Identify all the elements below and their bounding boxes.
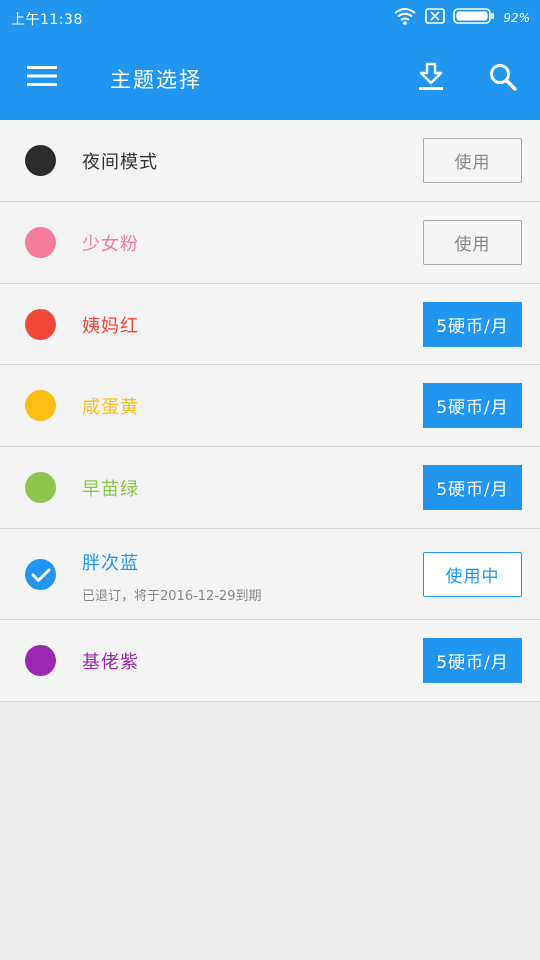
selected-check-icon [25, 559, 56, 590]
search-icon [489, 63, 517, 95]
no-sim-icon [425, 8, 446, 28]
theme-row-pink[interactable]: 少女粉 使用 [0, 202, 540, 284]
theme-row-red[interactable]: 姨妈红 5硬币/月 [0, 284, 540, 365]
top-bar: 上午11:38 92% 主题选择 [0, 0, 540, 120]
theme-row-green[interactable]: 早苗绿 5硬币/月 [0, 447, 540, 529]
page-title: 主题选择 [110, 68, 202, 92]
theme-row-night[interactable]: 夜间模式 使用 [0, 120, 540, 202]
battery-icon [453, 7, 495, 29]
color-dot [25, 645, 56, 676]
color-dot [25, 309, 56, 340]
theme-name: 早苗绿 [82, 479, 139, 500]
status-time: 上午11:38 [11, 12, 83, 28]
theme-name: 姨妈红 [82, 316, 139, 337]
menu-icon [27, 64, 57, 92]
theme-row-yellow[interactable]: 咸蛋黄 5硬币/月 [0, 365, 540, 447]
theme-row-blue[interactable]: 胖次蓝 已退订，将于2016-12-29到期 使用中 [0, 529, 540, 620]
color-dot [25, 390, 56, 421]
purchase-button[interactable]: 5硬币/月 [423, 638, 522, 683]
purchase-button[interactable]: 5硬币/月 [423, 465, 522, 510]
in-use-button[interactable]: 使用中 [423, 552, 522, 597]
theme-row-purple[interactable]: 基佬紫 5硬币/月 [0, 620, 540, 702]
use-button[interactable]: 使用 [423, 138, 522, 183]
theme-list: 夜间模式 使用 少女粉 使用 姨妈红 5硬币/月 咸蛋黄 5硬币/月 早苗绿 5… [0, 120, 540, 702]
download-icon [418, 62, 444, 96]
color-dot [25, 227, 56, 258]
theme-name: 咸蛋黄 [82, 397, 139, 418]
theme-name: 夜间模式 [82, 152, 158, 173]
color-dot [25, 145, 56, 176]
theme-name: 基佬紫 [82, 652, 139, 673]
download-button[interactable] [408, 56, 454, 102]
status-bar: 上午11:38 92% [0, 0, 540, 36]
battery-percent: 92% [503, 11, 530, 25]
color-dot [25, 472, 56, 503]
theme-name: 胖次蓝 [82, 553, 139, 574]
theme-name: 少女粉 [82, 234, 139, 255]
status-icons: 92% [393, 7, 530, 29]
app-bar: 主题选择 [0, 36, 540, 120]
wifi-icon [393, 7, 417, 29]
purchase-button[interactable]: 5硬币/月 [423, 302, 522, 347]
search-button[interactable] [480, 56, 526, 102]
purchase-button[interactable]: 5硬币/月 [423, 383, 522, 428]
theme-subtitle: 已退订，将于2016-12-29到期 [82, 589, 262, 604]
use-button[interactable]: 使用 [423, 220, 522, 265]
menu-button[interactable] [18, 56, 66, 100]
